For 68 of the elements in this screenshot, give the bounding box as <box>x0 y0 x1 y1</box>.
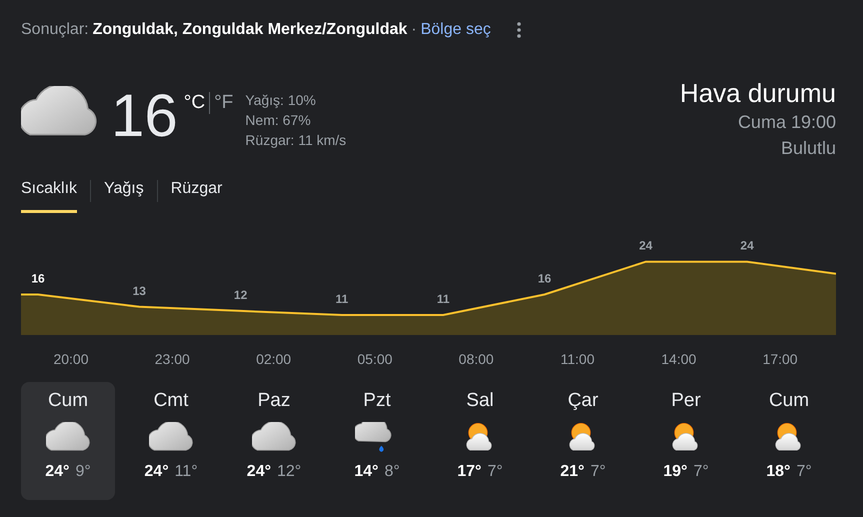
cloud-icon <box>46 422 90 453</box>
separator-dot: · <box>411 21 417 39</box>
day-name: Per <box>671 390 701 412</box>
temperature-label: 13 <box>132 284 146 298</box>
unit-toggle[interactable]: °C <box>184 92 206 114</box>
high-temperature: 24° <box>144 462 169 481</box>
high-temperature: 19° <box>663 462 688 481</box>
day-forecast[interactable]: Pzt 14° 8° <box>330 382 424 500</box>
more-options-icon[interactable] <box>516 22 521 38</box>
temperature-label: 11 <box>436 292 450 306</box>
time-label: 17:00 <box>762 351 798 367</box>
high-temperature: 24° <box>246 462 271 481</box>
low-temperature: 7° <box>693 462 709 481</box>
day-name: Pzt <box>363 390 391 412</box>
chart-tab[interactable]: Sıcaklık <box>21 174 78 213</box>
low-temperature: 7° <box>796 462 812 481</box>
high-temperature: 14° <box>354 462 378 481</box>
cloud-icon <box>252 422 296 453</box>
time-label: 20:00 <box>53 351 89 367</box>
low-temperature: 7° <box>487 462 503 481</box>
temperature-label: 11 <box>336 292 348 306</box>
low-temperature: 8° <box>384 462 400 481</box>
day-name: Cmt <box>154 390 188 412</box>
results-label: Sonuçlar: <box>21 21 89 39</box>
time-label: 02:00 <box>256 351 292 367</box>
chart-tab[interactable]: Rüzgar <box>170 174 222 213</box>
high-temperature: 17° <box>457 462 482 481</box>
temperature-label: 24 <box>740 238 754 253</box>
day-forecast[interactable]: Çar 21° 7° <box>536 382 630 500</box>
weather-title: Hava durumu <box>680 78 836 109</box>
location-name: Zonguldak, Zonguldak Merkez/Zonguldak <box>92 21 408 39</box>
weather-detail: Rüzgar: 11 km/s <box>245 131 346 150</box>
current-time: Cuma 19:00 <box>738 111 836 134</box>
weather-detail: Yağış: 10% <box>245 91 317 110</box>
low-temperature: 12° <box>277 462 302 481</box>
time-label: 14:00 <box>661 351 696 367</box>
temperature-label: 24 <box>639 238 652 253</box>
low-temperature: 11° <box>174 462 198 481</box>
day-forecast[interactable]: Cmt 24° 11° <box>124 382 218 500</box>
day-name: Sal <box>466 390 494 412</box>
day-name: Paz <box>258 390 290 412</box>
current-temperature: 16 <box>111 86 178 146</box>
day-forecast[interactable]: Paz 24° 12° <box>227 382 321 500</box>
day-forecast[interactable]: Sal 17° 7° <box>433 382 527 500</box>
weather-detail: Nem: 67% <box>245 111 312 130</box>
unit-toggle[interactable]: °F <box>214 92 234 114</box>
day-name: Çar <box>568 390 598 412</box>
time-label: 23:00 <box>154 351 190 367</box>
day-forecast[interactable]: Per 19° 7° <box>639 382 733 500</box>
cloud-icon <box>149 422 193 453</box>
low-temperature: 9° <box>75 462 91 481</box>
high-temperature: 24° <box>45 462 70 481</box>
time-label: 08:00 <box>458 351 494 367</box>
day-forecast[interactable]: Cum 18° 7° <box>742 382 836 500</box>
temperature-label: 16 <box>31 272 45 286</box>
temperature-label: 16 <box>538 272 552 286</box>
time-label: 11:00 <box>560 351 594 367</box>
current-condition: Bulutlu <box>780 137 836 160</box>
day-name: Cum <box>768 390 810 412</box>
high-temperature: 21° <box>560 462 584 481</box>
chart-tab[interactable]: Yağış <box>104 174 144 213</box>
day-name: Cum <box>48 390 88 412</box>
low-temperature: 7° <box>590 462 606 481</box>
choose-region-link[interactable]: Bölge seç <box>420 21 491 39</box>
high-temperature: 18° <box>766 462 790 481</box>
temperature-label: 12 <box>234 288 248 302</box>
time-label: 05:00 <box>357 351 392 367</box>
day-forecast[interactable]: Cum 24° 9° <box>21 382 115 500</box>
